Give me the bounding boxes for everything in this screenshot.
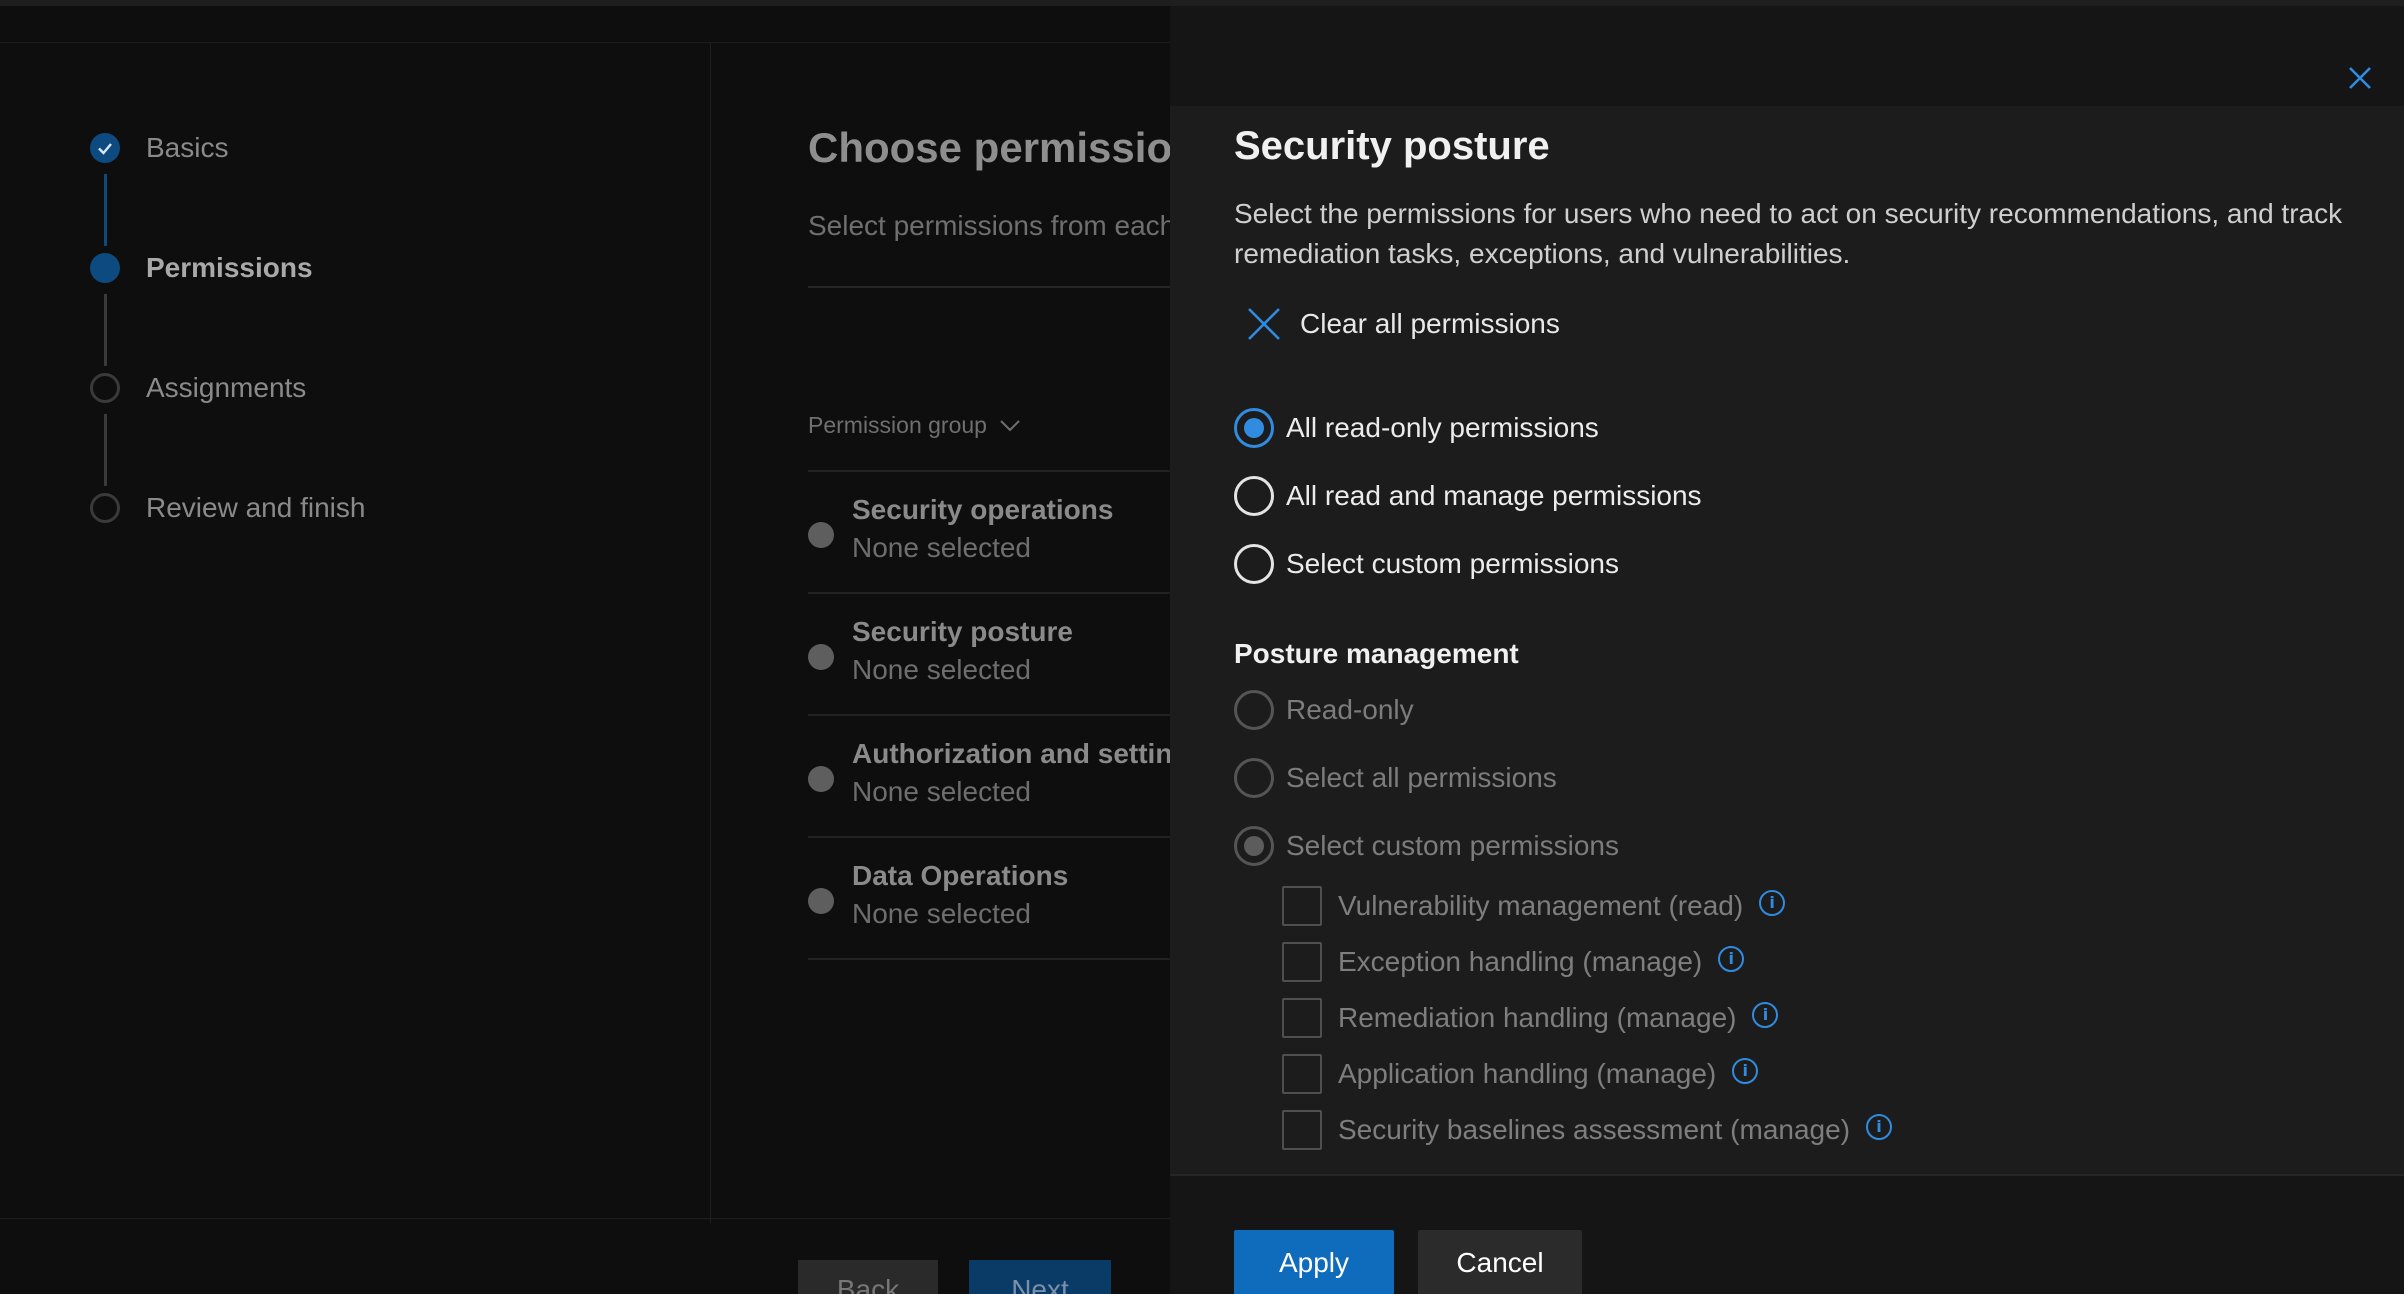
clear-all-permissions-button[interactable]: Clear all permissions — [1246, 306, 1560, 342]
back-button[interactable]: Back — [798, 1260, 938, 1294]
checkbox-row[interactable]: Remediation handling (manage) i — [1282, 998, 1779, 1038]
checkbox-label: Application handling (manage) — [1338, 1058, 1717, 1089]
info-icon[interactable]: i — [1866, 1114, 1893, 1140]
info-icon[interactable]: i — [1752, 1002, 1779, 1028]
checkbox[interactable] — [1282, 998, 1322, 1038]
permission-group-value: None selected — [852, 898, 1032, 929]
step-review-and-finish[interactable]: Review and finish — [90, 492, 365, 524]
divider — [0, 42, 1170, 43]
close-icon — [1248, 308, 1280, 340]
screen: Basics Permissions Assignments Review an… — [0, 0, 2404, 1294]
checkbox-label: Security baselines assessment (manage) — [1338, 1114, 1851, 1145]
page-title: Choose permission — [808, 124, 1198, 171]
step-assignments[interactable]: Assignments — [90, 372, 306, 404]
step-basics[interactable]: Basics — [90, 132, 228, 164]
status-dot-icon — [808, 522, 834, 548]
info-icon[interactable]: i — [1718, 946, 1745, 972]
radio-label: Select custom permissions — [1286, 830, 1620, 861]
checkbox[interactable] — [1282, 886, 1322, 926]
radio-all-read-and-manage[interactable]: All read and manage permissions — [1234, 476, 1702, 516]
radio-select-all[interactable]: Select all permissions — [1234, 758, 1557, 798]
permission-group-name: Data Operations — [852, 860, 1069, 891]
checkbox-label: Vulnerability management (read) — [1338, 890, 1744, 921]
panel-title: Security posture — [1234, 124, 1550, 168]
radio-label: All read-only permissions — [1286, 412, 1599, 443]
divider — [808, 286, 1170, 288]
checkbox-row[interactable]: Vulnerability management (read) i — [1282, 886, 1786, 926]
check-icon — [90, 133, 120, 163]
step-label: Review and finish — [146, 492, 366, 523]
checkbox[interactable] — [1282, 1110, 1322, 1150]
step-label: Assignments — [146, 372, 307, 403]
permission-group-value: None selected — [852, 776, 1032, 807]
page-subtitle: Select permissions from each — [808, 210, 1176, 241]
radio-label: Select all permissions — [1286, 762, 1557, 793]
permission-group-column-header[interactable]: Permission group — [808, 412, 1021, 439]
info-icon[interactable]: i — [1759, 890, 1786, 916]
radio-all-read-only[interactable]: All read-only permissions — [1234, 408, 1599, 448]
cancel-button[interactable]: Cancel — [1418, 1230, 1582, 1294]
radio-select-custom[interactable]: Select custom permissions — [1234, 544, 1619, 584]
status-dot-icon — [808, 644, 834, 670]
permission-group-row[interactable]: Security operations None selected — [808, 472, 1170, 594]
next-button[interactable]: Next — [969, 1260, 1111, 1294]
column-header-label: Permission group — [808, 412, 987, 438]
step-connector — [104, 414, 107, 486]
permission-group-row[interactable]: Security posture None selected — [808, 594, 1170, 716]
radio-button[interactable] — [1234, 826, 1274, 866]
status-dot-icon — [808, 766, 834, 792]
wizard-background: Basics Permissions Assignments Review an… — [0, 6, 1198, 1294]
radio-label: Read-only — [1286, 694, 1414, 725]
checkbox[interactable] — [1282, 942, 1322, 982]
divider — [0, 1218, 1170, 1219]
step-indicator — [90, 253, 120, 283]
divider — [710, 43, 711, 1223]
checkbox-row[interactable]: Exception handling (manage) i — [1282, 942, 1745, 982]
panel-description: Select the permissions for users who nee… — [1234, 198, 2343, 269]
radio-label: Select custom permissions — [1286, 548, 1620, 579]
close-icon[interactable] — [2340, 58, 2380, 98]
checkbox[interactable] — [1282, 1054, 1322, 1094]
step-label: Basics — [146, 132, 229, 163]
permission-group-row[interactable]: Authorization and setting None selected — [808, 716, 1190, 838]
radio-button[interactable] — [1234, 544, 1274, 584]
clear-all-label: Clear all permissions — [1300, 308, 1560, 339]
checkbox-label: Exception handling (manage) — [1338, 946, 1703, 977]
permission-group-name: Security posture — [852, 616, 1073, 647]
permission-group-value: None selected — [852, 654, 1032, 685]
radio-posture-select-custom[interactable]: Select custom permissions — [1234, 826, 1619, 866]
security-posture-panel: Security posture Select the permissions … — [1170, 6, 2404, 1294]
checkbox-row[interactable]: Application handling (manage) i — [1282, 1054, 1759, 1094]
apply-button[interactable]: Apply — [1234, 1230, 1394, 1294]
chevron-down-icon — [1000, 419, 1020, 431]
panel-header — [1170, 6, 2404, 106]
checkbox-row[interactable]: Security baselines assessment (manage) i — [1282, 1110, 1893, 1150]
radio-label: All read and manage permissions — [1286, 480, 1702, 511]
checkbox-label: Remediation handling (manage) — [1338, 1002, 1737, 1033]
permission-group-row[interactable]: Data Operations None selected — [808, 838, 1170, 960]
status-dot-icon — [808, 888, 834, 914]
permission-group-value: None selected — [852, 532, 1032, 563]
step-label: Permissions — [146, 252, 313, 283]
section-title: Posture management — [1234, 638, 1519, 669]
radio-button[interactable] — [1234, 476, 1274, 516]
step-indicator — [90, 493, 120, 523]
permission-group-name: Security operations — [852, 494, 1114, 525]
step-connector — [104, 174, 107, 246]
step-connector — [104, 294, 107, 366]
radio-button[interactable] — [1234, 758, 1274, 798]
step-indicator — [90, 373, 120, 403]
panel-footer: Apply Cancel — [1170, 1174, 2404, 1294]
radio-read-only[interactable]: Read-only — [1234, 690, 1414, 730]
radio-button[interactable] — [1234, 690, 1274, 730]
permission-group-name: Authorization and setting — [852, 738, 1190, 769]
radio-button[interactable] — [1234, 408, 1274, 448]
step-permissions[interactable]: Permissions — [90, 252, 313, 284]
info-icon[interactable]: i — [1732, 1058, 1759, 1084]
